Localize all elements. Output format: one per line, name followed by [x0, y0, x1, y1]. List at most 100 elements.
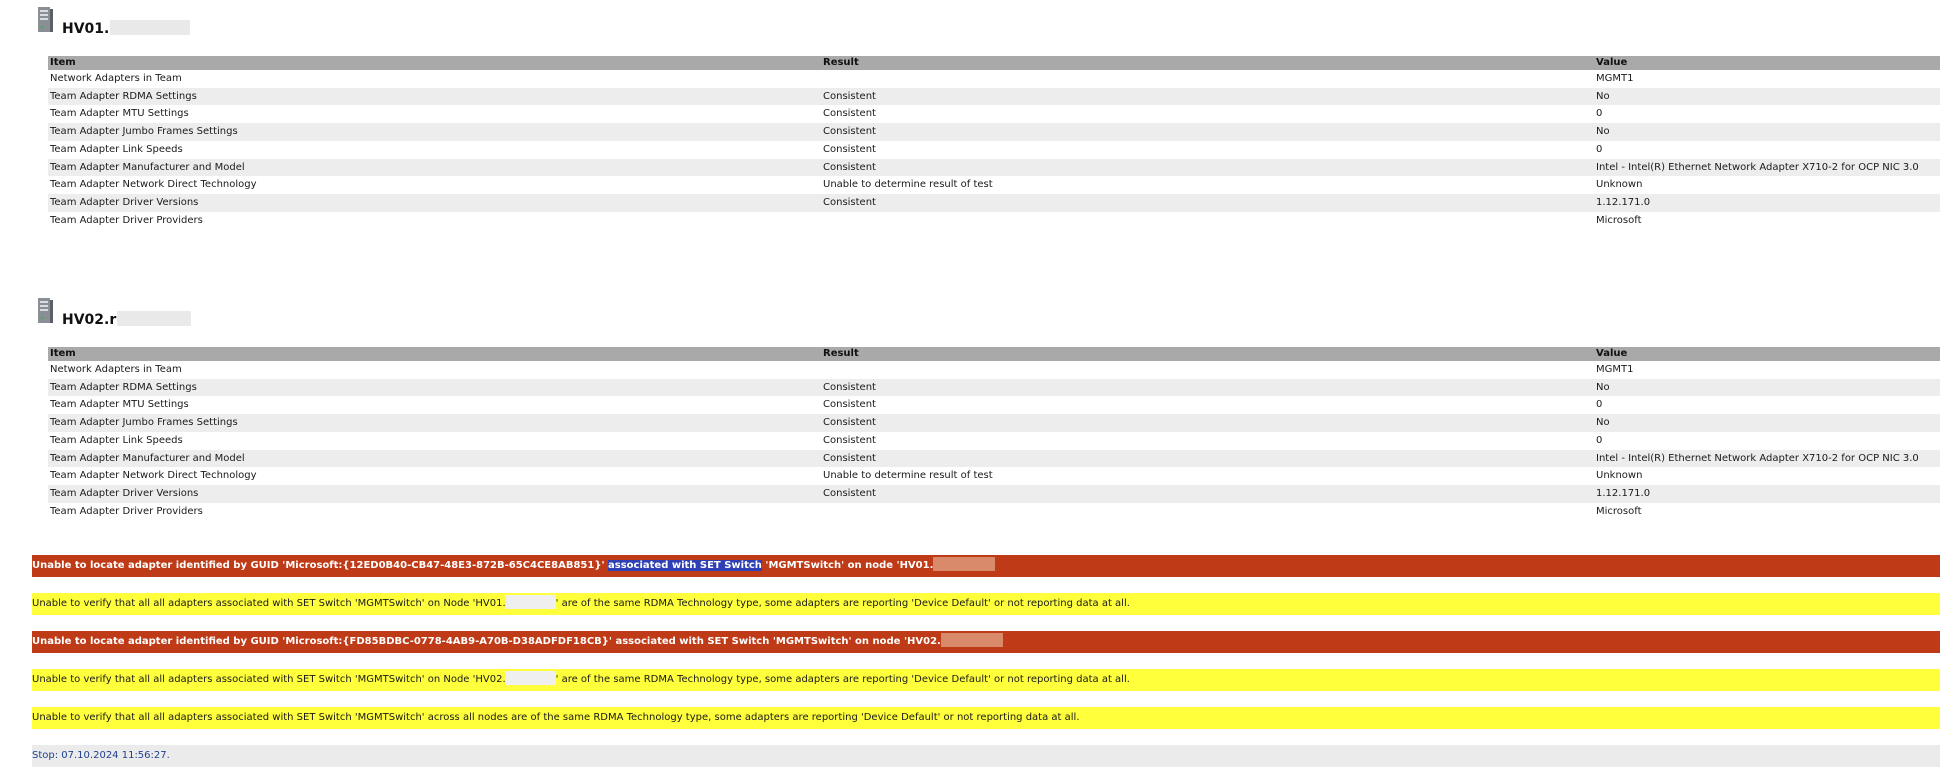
column-header-item: Item: [48, 347, 821, 361]
table-header-row: Item Result Value: [48, 56, 1940, 70]
cell-value: No: [1594, 123, 1940, 141]
table-row: Team Adapter MTU Settings Consistent 0: [48, 105, 1940, 123]
cell-result: [821, 212, 1594, 230]
redacted-hostname: [505, 671, 556, 685]
cell-value: No: [1594, 414, 1940, 432]
selected-text-highlight: associated with SET Switch: [608, 560, 762, 571]
cell-item: Network Adapters in Team: [50, 364, 182, 375]
error-text: 'MGMTSwitch' on node 'HV01.: [761, 560, 934, 571]
cell-value: 0: [1596, 143, 1603, 155]
cell-value: MGMT1: [1596, 364, 1634, 375]
stop-timestamp: Stop: 07.10.2024 11:56:27.: [32, 745, 1940, 767]
cell-item: Team Adapter Jumbo Frames Settings: [48, 123, 821, 141]
cell-value: Microsoft: [1596, 214, 1642, 226]
warning-text: Unable to verify that all all adapters a…: [32, 712, 1080, 723]
cell-result: Consistent: [821, 414, 1594, 432]
redacted-hostname: [110, 20, 191, 35]
cell-item: Team Adapter RDMA Settings: [48, 378, 821, 397]
table-row: Team Adapter Jumbo Frames Settings Consis…: [48, 123, 1940, 141]
column-header-value: Value: [1594, 347, 1940, 361]
cell-result: Consistent: [821, 87, 1594, 106]
table-row: Team Adapter Manufacturer and Model Consi…: [48, 158, 1940, 177]
table-row: Team Adapter Network Direct Technology Un…: [48, 176, 1940, 194]
error-text: Unable to locate adapter identified by G…: [32, 636, 941, 647]
node-header-hv01: HV01.: [37, 6, 437, 40]
cell-result: Consistent: [823, 143, 876, 155]
cell-result: Unable to determine result of test: [823, 179, 993, 191]
cell-value: 0: [1596, 399, 1603, 411]
cell-item: Team Adapter Driver Versions: [48, 193, 821, 212]
cell-item: Team Adapter Network Direct Technology: [50, 470, 257, 482]
cell-value: No: [1594, 87, 1940, 106]
table-row: Team Adapter Driver Versions Consistent 1.…: [48, 193, 1940, 212]
table-row: Team Adapter RDMA Settings Consistent No: [48, 378, 1940, 397]
table-row: Network Adapters in Team MGMT1: [48, 361, 1940, 379]
redacted-hostname: [117, 311, 192, 326]
warning-message-hv02: Unable to verify that all all adapters a…: [32, 669, 1940, 691]
node-title: HV01.: [62, 20, 191, 37]
error-message-hv01: Unable to locate adapter identified by G…: [32, 555, 1940, 577]
cell-item: Team Adapter Driver Versions: [48, 484, 821, 503]
cell-value: 1.12.171.0: [1594, 193, 1940, 212]
column-header-result: Result: [821, 347, 1594, 361]
results-table-hv02: Item Result Value Network Adapters in Te…: [48, 347, 1940, 520]
cell-item: Team Adapter Driver Providers: [50, 505, 203, 517]
cell-result: Consistent: [823, 434, 876, 446]
cell-result: Consistent: [821, 378, 1594, 397]
redacted-hostname: [505, 595, 556, 609]
cell-value: Intel - Intel(R) Ethernet Network Adapte…: [1594, 449, 1940, 468]
cell-result: Consistent: [823, 108, 876, 120]
cell-item: Team Adapter Driver Providers: [50, 214, 203, 226]
cell-result: Consistent: [823, 399, 876, 411]
error-text: Unable to locate adapter identified by G…: [32, 560, 608, 571]
cell-item: Team Adapter MTU Settings: [50, 108, 189, 120]
warning-message-all-nodes: Unable to verify that all all adapters a…: [32, 707, 1940, 729]
cell-item: Team Adapter RDMA Settings: [48, 87, 821, 106]
table-header-row: Item Result Value: [48, 347, 1940, 361]
column-header-value: Value: [1594, 56, 1940, 70]
table-row: Team Adapter Driver Versions Consistent 1.…: [48, 484, 1940, 503]
table-row: Team Adapter Driver Providers Microsoft: [48, 212, 1940, 230]
warning-text: Unable to verify that all all adapters a…: [32, 598, 506, 609]
warning-text: Unable to verify that all all adapters a…: [32, 674, 506, 685]
warning-message-hv01: Unable to verify that all all adapters a…: [32, 593, 1940, 615]
cell-item: Network Adapters in Team: [50, 73, 182, 84]
cell-value: Intel - Intel(R) Ethernet Network Adapte…: [1594, 158, 1940, 177]
cell-item: Team Adapter Network Direct Technology: [50, 179, 257, 191]
cell-value: 0: [1596, 108, 1603, 120]
table-row: Team Adapter Link Speeds Consistent 0: [48, 141, 1940, 159]
cell-item: Team Adapter Jumbo Frames Settings: [48, 414, 821, 432]
cell-result: [821, 503, 1594, 521]
table-row: Team Adapter Link Speeds Consistent 0: [48, 432, 1940, 450]
table-row: Network Adapters in Team MGMT1: [48, 70, 1940, 88]
cell-result: Consistent: [821, 193, 1594, 212]
stop-text: Stop: 07.10.2024 11:56:27.: [32, 750, 170, 761]
cell-value: MGMT1: [1596, 73, 1634, 84]
warning-text: ' are of the same RDMA Technology type, …: [555, 598, 1130, 609]
cell-item: Team Adapter Manufacturer and Model: [48, 158, 821, 177]
cell-result: Consistent: [821, 158, 1594, 177]
column-header-item: Item: [48, 56, 821, 70]
cell-result: [821, 361, 1594, 379]
node-title: HV02.r: [62, 311, 192, 328]
cell-value: Microsoft: [1596, 505, 1642, 517]
redacted-hostname: [933, 557, 996, 571]
cell-item: Team Adapter MTU Settings: [50, 399, 189, 411]
table-row: Team Adapter MTU Settings Consistent 0: [48, 396, 1940, 414]
cell-value: 0: [1596, 434, 1603, 446]
cell-value: No: [1594, 378, 1940, 397]
cell-value: 1.12.171.0: [1594, 484, 1940, 503]
server-icon: [38, 7, 53, 32]
table-row: Team Adapter Jumbo Frames Settings Consis…: [48, 414, 1940, 432]
cell-result: Consistent: [821, 484, 1594, 503]
server-icon: [38, 298, 53, 323]
cell-result: [821, 70, 1594, 88]
cell-item: Team Adapter Manufacturer and Model: [48, 449, 821, 468]
error-message-hv02: Unable to locate adapter identified by G…: [32, 631, 1940, 653]
column-header-result: Result: [821, 56, 1594, 70]
table-row: Team Adapter Manufacturer and Model Consi…: [48, 449, 1940, 468]
cell-value: Unknown: [1596, 179, 1643, 191]
cell-result: Consistent: [821, 123, 1594, 141]
cell-item: Team Adapter Link Speeds: [50, 143, 183, 155]
cell-result: Consistent: [821, 449, 1594, 468]
